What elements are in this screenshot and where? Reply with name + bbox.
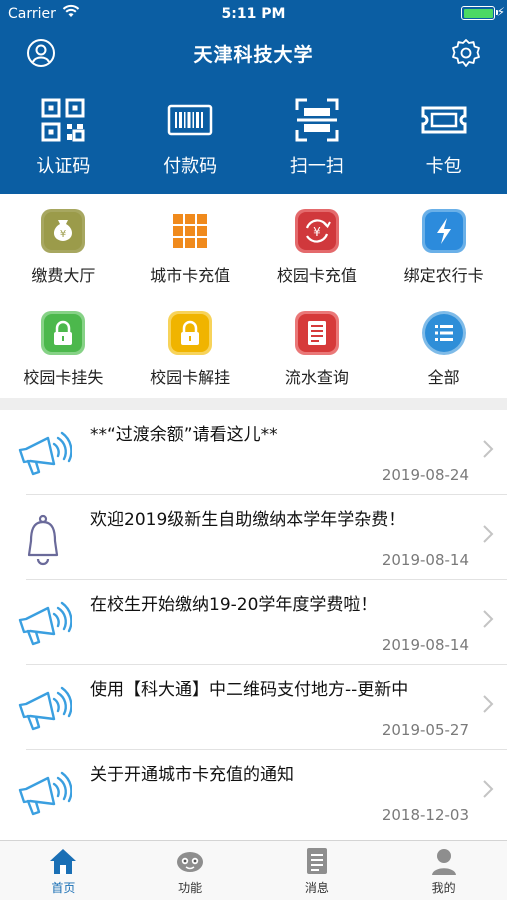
bell-icon (27, 514, 59, 566)
tab-label: 首页 (51, 881, 76, 895)
status-bar: Carrier 5:11 PM ⚡ (0, 0, 507, 28)
tab-label: 功能 (178, 881, 203, 895)
grid-card-icon (173, 214, 208, 248)
news-title: 在校生开始缴纳19-20学年度学费啦！ (90, 595, 378, 615)
news-title: 关于开通城市卡充值的通知 (90, 765, 294, 785)
quick-action-pay-code[interactable]: 付款码 (127, 96, 254, 186)
chevron-right-icon (483, 525, 494, 543)
news-date: 2018-12-03 (381, 806, 469, 824)
function-label: 缴费大厅 (31, 266, 96, 285)
quick-action-label: 付款码 (163, 156, 218, 177)
megaphone-icon (18, 686, 72, 731)
tab-functions[interactable]: 功能 (127, 841, 254, 900)
function-grid-row: 校园卡挂失 校园卡解挂 流水查询 全部 (0, 296, 507, 398)
quick-action-label: 扫一扫 (289, 156, 344, 177)
function-payment-hall[interactable]: ¥ 缴费大厅 (0, 194, 127, 296)
news-title: **“过渡余额”请看这儿** (90, 425, 278, 445)
lock-icon (41, 311, 86, 355)
battery-icon (461, 6, 498, 20)
quick-action-label: 卡包 (425, 156, 462, 177)
news-date: 2019-05-27 (381, 721, 469, 739)
lightning-icon (421, 209, 466, 253)
function-label: 全部 (427, 368, 460, 387)
chevron-right-icon (483, 440, 494, 458)
megaphone-icon (18, 771, 72, 816)
chevron-right-icon (483, 610, 494, 628)
home-icon (50, 849, 77, 874)
yen-recharge-icon: ¥ (294, 209, 339, 253)
news-item[interactable]: **“过渡余额”请看这儿** 2019-08-24 (0, 410, 507, 495)
profile-icon (431, 849, 456, 875)
function-label: 流水查询 (284, 368, 349, 387)
function-report-lost[interactable]: 校园卡挂失 (0, 296, 127, 398)
function-label: 绑定农行卡 (403, 266, 484, 285)
chevron-right-icon (483, 780, 494, 798)
quick-action-card-wallet[interactable]: 卡包 (380, 96, 507, 186)
function-label: 校园卡解挂 (150, 368, 231, 387)
charging-icon: ⚡ (496, 5, 505, 19)
function-label: 校园卡挂失 (23, 368, 104, 387)
quick-action-auth-code[interactable]: 认证码 (0, 96, 127, 186)
tab-messages[interactable]: 消息 (254, 841, 381, 900)
news-item[interactable]: 使用【科大通】中二维码支付地方--更新中 2019-05-27 (0, 665, 507, 750)
function-campus-card-recharge[interactable]: ¥ 校园卡充值 (254, 194, 381, 296)
qr-code-icon (41, 98, 85, 142)
function-city-card-recharge[interactable]: 城市卡充值 (127, 194, 254, 296)
news-list: **“过渡余额”请看这儿** 2019-08-24 欢迎2019级新生自助缴纳本… (0, 410, 507, 840)
megaphone-icon (18, 601, 72, 646)
tab-profile[interactable]: 我的 (380, 841, 507, 900)
svg-text:¥: ¥ (60, 229, 66, 240)
status-time: 5:11 PM (221, 6, 286, 22)
section-divider (0, 398, 507, 410)
unlock-icon (168, 311, 213, 355)
navbar: 天津科技大学 (0, 28, 507, 78)
scan-icon (295, 98, 339, 142)
quick-action-scan[interactable]: 扫一扫 (254, 96, 381, 186)
tab-home[interactable]: 首页 (0, 841, 127, 900)
function-bind-abc-card[interactable]: 绑定农行卡 (380, 194, 507, 296)
function-label: 城市卡充值 (150, 266, 231, 285)
header: Carrier 5:11 PM ⚡ 天津科技大学 认证码 付款码 扫一扫 卡包 (0, 0, 507, 194)
gear-icon[interactable] (451, 38, 481, 68)
news-title: 欢迎2019级新生自助缴纳本学年学杂费！ (90, 510, 406, 530)
news-date: 2019-08-24 (381, 466, 469, 484)
function-grid-row: ¥ 缴费大厅 城市卡充值 ¥ 校园卡充值 绑定农行卡 (0, 194, 507, 296)
function-transaction-query[interactable]: 流水查询 (254, 296, 381, 398)
function-label: 校园卡充值 (276, 266, 357, 285)
function-grid: ¥ 缴费大厅 城市卡充值 ¥ 校园卡充值 绑定农行卡 校园卡挂失 校园卡解挂 流… (0, 194, 507, 404)
money-bag-icon: ¥ (41, 209, 86, 253)
tab-label: 消息 (304, 881, 329, 895)
message-icon (306, 848, 327, 874)
news-item[interactable]: 在校生开始缴纳19-20学年度学费啦！ 2019-08-14 (0, 580, 507, 665)
tab-label: 我的 (431, 881, 456, 895)
news-item[interactable]: 关于开通城市卡充值的通知 2018-12-03 (0, 750, 507, 835)
news-title: 使用【科大通】中二维码支付地方--更新中 (90, 680, 409, 700)
news-date: 2019-08-14 (381, 636, 469, 654)
list-icon (421, 311, 466, 355)
quick-action-label: 认证码 (36, 156, 91, 177)
function-all[interactable]: 全部 (380, 296, 507, 398)
robot-icon (177, 852, 204, 872)
svg-text:¥: ¥ (313, 225, 321, 239)
news-date: 2019-08-14 (381, 551, 469, 569)
barcode-icon (167, 104, 213, 136)
chevron-right-icon (483, 695, 494, 713)
tab-bar: 首页 功能 消息 我的 (0, 840, 507, 900)
function-cancel-lost[interactable]: 校园卡解挂 (127, 296, 254, 398)
megaphone-icon (18, 431, 72, 476)
news-item[interactable]: 欢迎2019级新生自助缴纳本学年学杂费！ 2019-08-14 (0, 495, 507, 580)
document-icon (294, 311, 339, 355)
ticket-icon (421, 106, 467, 134)
quick-actions: 认证码 付款码 扫一扫 卡包 (0, 96, 507, 186)
page-title: 天津科技大学 (193, 44, 314, 66)
